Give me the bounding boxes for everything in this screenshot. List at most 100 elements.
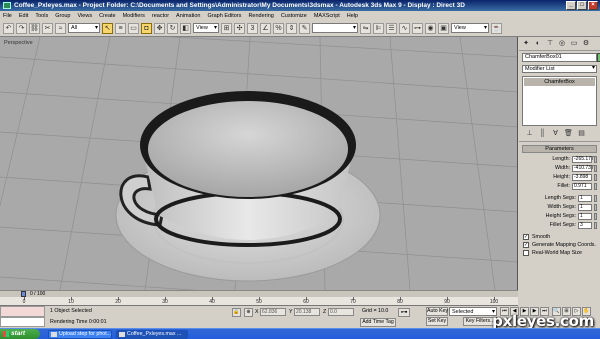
redo-icon[interactable]: ↷ [16,22,27,34]
z-coordinate-field[interactable]: 0.0 [328,308,354,316]
parameters-rollout-title[interactable]: Parameters [522,145,597,153]
length-segs-spinner[interactable] [594,194,597,202]
object-name-field[interactable]: ChamferBox01 [522,53,600,62]
fillet-segs-spinner[interactable] [594,221,597,229]
length-spinner[interactable] [594,155,597,163]
select-move-icon[interactable]: ✥ [154,22,165,34]
maximize-button[interactable]: □ [577,1,587,10]
select-rotate-icon[interactable]: ↻ [167,22,178,34]
height-segs-spinner[interactable] [594,212,597,220]
menu-file[interactable]: File [3,13,12,19]
display-tab-icon[interactable]: ▭ [569,39,579,48]
configure-modifier-sets-icon[interactable]: ▤ [577,129,586,138]
reference-coordinate-dropdown[interactable]: View [193,23,219,33]
material-editor-icon[interactable]: ◉ [425,22,436,34]
fillet-segs-field[interactable]: 3 [578,221,592,229]
select-object-icon[interactable]: ↖ [102,22,113,34]
menu-graph-editors[interactable]: Graph Editors [208,13,242,19]
track-bar[interactable]: 0 10 20 30 40 50 60 70 80 90 100 [0,297,518,306]
menu-help[interactable]: Help [347,13,358,19]
key-mode-dropdown[interactable]: Selected [449,307,497,316]
start-button[interactable]: start [0,329,40,339]
fillet-spinner[interactable] [594,182,597,190]
menu-maxscript[interactable]: MAXScript [314,13,340,19]
quick-render-icon[interactable]: ☕ [491,22,502,34]
add-time-tag-button[interactable]: Add Time Tag [360,318,396,327]
smooth-checkmark[interactable]: ✓ [523,234,529,240]
generate-mapping-checkbox[interactable]: ✓ Generate Mapping Coords. [522,241,597,249]
viewport-scene[interactable] [0,37,518,290]
pivot-center-icon[interactable]: ⊞ [221,22,232,34]
width-field[interactable]: -410.737 [572,164,594,172]
mirror-icon[interactable]: ⇋ [360,22,371,34]
select-link-icon[interactable]: ⛓ [29,22,40,34]
width-segs-spinner[interactable] [594,203,597,211]
menu-reactor[interactable]: reactor [152,13,169,19]
render-view-dropdown[interactable]: View [451,23,489,33]
create-tab-icon[interactable]: ✦ [521,39,531,48]
viewport-label[interactable]: Perspective [4,40,33,46]
menu-edit[interactable]: Edit [19,13,28,19]
smooth-checkbox[interactable]: ✓ Smooth [522,233,597,241]
select-manipulate-icon[interactable]: ✣ [234,22,245,34]
absolute-mode-icon[interactable]: ⊕ [244,308,253,317]
set-key-mode-key-icon[interactable]: ⊶ [398,308,410,317]
window-crossing-icon[interactable]: ◘ [141,22,152,34]
percent-snap-icon[interactable]: % [273,22,284,34]
x-coordinate-field[interactable]: 62.836 [260,308,286,316]
maxscript-listener-pink[interactable] [0,306,45,317]
time-slider[interactable]: 0 / 100 [0,290,518,297]
motion-tab-icon[interactable]: ◎ [557,39,567,48]
menu-animation[interactable]: Animation [176,13,200,19]
angle-snap-icon[interactable]: ∠ [260,22,271,34]
auto-key-button[interactable]: Auto Key [426,307,448,316]
unlink-icon[interactable]: ✂ [42,22,53,34]
close-button[interactable]: × [588,1,598,10]
perspective-viewport[interactable]: Perspective [0,37,518,290]
rectangular-selection-icon[interactable]: ▭ [128,22,139,34]
bind-spacewarp-icon[interactable]: ≈ [55,22,66,34]
render-scene-icon[interactable]: ▣ [438,22,449,34]
named-selection-dropdown[interactable] [312,23,358,33]
make-unique-icon[interactable]: ∀ [551,129,560,138]
fillet-field[interactable]: 0.971 [572,182,592,190]
layer-manager-icon[interactable]: ☰ [386,22,397,34]
maxscript-listener-white[interactable] [0,317,45,327]
selection-filter-dropdown[interactable]: All [68,23,100,33]
spinner-snap-icon[interactable]: ⇕ [286,22,297,34]
align-icon[interactable]: ⊫ [373,22,384,34]
generate-mapping-checkmark[interactable]: ✓ [523,242,529,248]
pin-stack-icon[interactable]: ⊥ [525,129,534,138]
select-scale-icon[interactable]: ◧ [180,22,191,34]
real-world-map-checkbox[interactable]: Real-World Map Size [522,249,597,257]
menu-create[interactable]: Create [99,13,116,19]
snaps-toggle-icon[interactable]: 3 [247,22,258,34]
set-key-button[interactable]: Set Key [426,317,448,326]
modify-tab-icon[interactable]: ◐ [533,39,543,48]
taskbar-item-upload[interactable]: Upload step for phot... [48,330,112,339]
menu-customize[interactable]: Customize [281,13,307,19]
height-spinner[interactable] [594,173,597,181]
edit-named-selection-icon[interactable]: ✎ [299,22,310,34]
remove-modifier-icon[interactable]: 🗑 [564,129,573,138]
minimize-button[interactable]: _ [566,1,576,10]
menu-rendering[interactable]: Rendering [248,13,273,19]
curve-editor-icon[interactable]: ∿ [399,22,410,34]
menu-group[interactable]: Group [55,13,70,19]
select-by-name-icon[interactable]: ≡ [115,22,126,34]
menu-tools[interactable]: Tools [35,13,48,19]
menu-modifiers[interactable]: Modifiers [123,13,145,19]
menu-views[interactable]: Views [78,13,93,19]
stack-item-chamferbox[interactable]: ChamferBox [524,78,595,86]
modifier-list-dropdown[interactable]: Modifier List [522,65,597,73]
show-end-result-icon[interactable]: ║ [538,129,547,138]
height-segs-field[interactable]: 1 [578,212,592,220]
length-segs-field[interactable]: 1 [578,194,592,202]
length-field[interactable]: -265.177 [572,155,594,163]
width-spinner[interactable] [594,164,597,172]
utilities-tab-icon[interactable]: ⚙ [581,39,591,48]
y-coordinate-field[interactable]: 20.138 [294,308,320,316]
lock-selection-icon[interactable]: 🔒 [232,308,241,317]
real-world-map-checkmark[interactable] [523,250,529,256]
width-segs-field[interactable]: 1 [578,203,592,211]
